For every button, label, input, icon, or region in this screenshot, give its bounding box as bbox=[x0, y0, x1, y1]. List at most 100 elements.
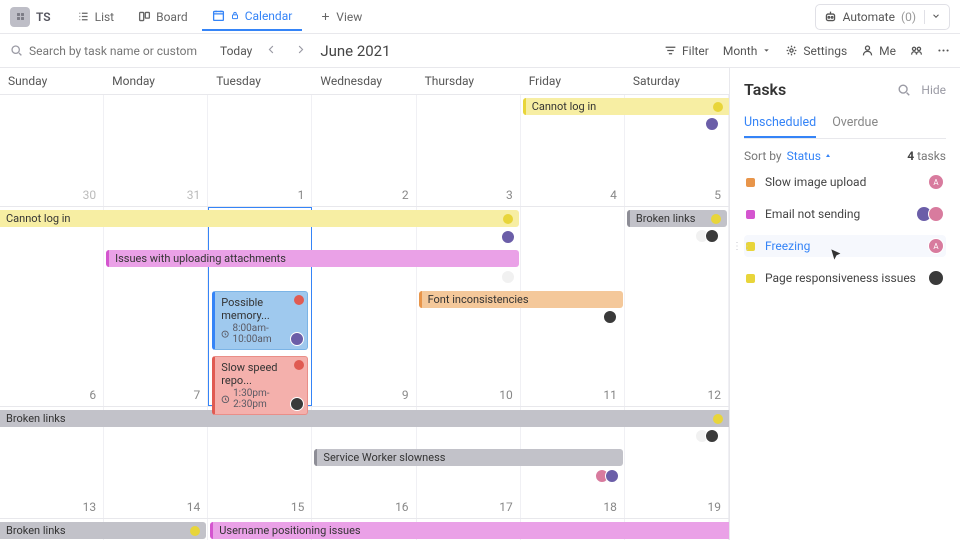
day-num[interactable]: 19 bbox=[625, 496, 729, 518]
day-num[interactable]: 30 bbox=[0, 184, 104, 206]
day-num[interactable]: 31 bbox=[104, 184, 208, 206]
event-title: Font inconsistencies bbox=[428, 293, 617, 306]
dayheader-mon: Monday bbox=[104, 68, 208, 94]
today-button[interactable]: Today bbox=[220, 44, 252, 58]
day-num[interactable]: 18 bbox=[521, 496, 625, 518]
day-num[interactable]: 5 bbox=[625, 184, 729, 206]
day-num[interactable]: 3 bbox=[417, 184, 521, 206]
avatar bbox=[928, 206, 944, 222]
hide-button[interactable]: Hide bbox=[921, 83, 946, 97]
task-row[interactable]: Slow image upload A bbox=[744, 171, 946, 193]
more-icon bbox=[937, 44, 950, 57]
tab-board[interactable]: Board bbox=[128, 3, 198, 31]
status-dot bbox=[190, 526, 200, 536]
day-num[interactable]: 1 bbox=[208, 184, 312, 206]
task-count: 4 tasks bbox=[907, 149, 946, 163]
avatar bbox=[290, 332, 304, 346]
day-num[interactable]: 9 bbox=[312, 384, 416, 406]
right-controls: Filter Month Settings Me bbox=[664, 44, 950, 58]
event-title: Broken links bbox=[6, 412, 713, 425]
people-button[interactable] bbox=[910, 44, 923, 57]
chevron-down-icon bbox=[924, 10, 941, 24]
avatar: A bbox=[928, 238, 944, 254]
day-num[interactable]: 11 bbox=[521, 384, 625, 406]
task-row[interactable]: Page responsiveness issues bbox=[744, 267, 946, 289]
workspace-icon[interactable] bbox=[10, 7, 30, 27]
prev-month-button[interactable] bbox=[262, 40, 281, 62]
avatar bbox=[603, 310, 617, 324]
task-name: Freezing bbox=[765, 239, 922, 253]
robot-icon bbox=[824, 10, 837, 23]
day-num[interactable]: 6 bbox=[0, 384, 104, 406]
plus-icon bbox=[320, 11, 331, 22]
tab-list-label: List bbox=[95, 10, 115, 24]
dayheader-thu: Thursday bbox=[417, 68, 521, 94]
event-bar[interactable]: Username positioning issues bbox=[210, 522, 729, 539]
day-num[interactable]: 15 bbox=[208, 496, 312, 518]
lock-icon bbox=[230, 9, 240, 22]
task-row[interactable]: ⋮⋮ Freezing A bbox=[744, 235, 946, 257]
filter-button[interactable]: Filter bbox=[664, 44, 709, 58]
search-input-wrap[interactable] bbox=[10, 44, 210, 58]
next-month-button[interactable] bbox=[291, 40, 310, 62]
sort-asc-icon bbox=[824, 152, 832, 160]
panel-tabs: Unscheduled Overdue bbox=[744, 109, 946, 139]
event-bar[interactable]: Cannot log in bbox=[0, 210, 519, 227]
event-bar[interactable]: Font inconsistencies bbox=[419, 291, 623, 308]
month-dropdown[interactable]: Month bbox=[723, 44, 771, 58]
automate-count: (0) bbox=[901, 10, 916, 24]
automate-button[interactable]: Automate (0) bbox=[815, 4, 950, 30]
side-panel: Tasks Hide Unscheduled Overdue Sort by S… bbox=[730, 68, 960, 540]
tab-board-label: Board bbox=[156, 10, 188, 24]
day-num[interactable]: 12 bbox=[625, 384, 729, 406]
dayheader-wed: Wednesday bbox=[312, 68, 416, 94]
grip-icon[interactable]: ⋮⋮ bbox=[732, 241, 752, 252]
me-button[interactable]: Me bbox=[861, 44, 896, 58]
status-dot bbox=[294, 295, 304, 305]
event-title: Cannot log in bbox=[6, 212, 503, 225]
add-view-button[interactable]: View bbox=[310, 4, 372, 30]
top-bar: TS List Board Calendar View Automate (0) bbox=[0, 0, 960, 34]
day-num[interactable]: 14 bbox=[104, 496, 208, 518]
person-icon bbox=[861, 44, 874, 57]
event-card[interactable]: Slow speed repo... 1:30pm-2:30pm bbox=[212, 356, 308, 415]
sort-control[interactable]: Sort by Status bbox=[744, 149, 832, 163]
search-input[interactable] bbox=[29, 44, 199, 58]
day-num[interactable]: 17 bbox=[417, 496, 521, 518]
day-num[interactable]: 2 bbox=[312, 184, 416, 206]
tab-overdue[interactable]: Overdue bbox=[832, 109, 878, 138]
event-bar[interactable]: Broken links bbox=[0, 522, 206, 539]
day-num[interactable]: 10 bbox=[417, 384, 521, 406]
task-list: Slow image upload A Email not sending ⋮⋮… bbox=[744, 171, 946, 289]
status-dot bbox=[713, 414, 723, 424]
avatar: A bbox=[928, 174, 944, 190]
search-icon[interactable] bbox=[897, 83, 911, 97]
event-bar[interactable]: Service Worker slowness bbox=[314, 449, 622, 466]
week-row: Cannot log in 30 31 1 2 3 4 5 bbox=[0, 95, 729, 207]
dayheader-sat: Saturday bbox=[625, 68, 729, 94]
event-title: Broken links bbox=[636, 212, 711, 225]
event-card[interactable]: Possible memory... 8:00am-10:00am bbox=[212, 291, 308, 350]
more-button[interactable] bbox=[937, 44, 950, 57]
tab-calendar[interactable]: Calendar bbox=[202, 3, 303, 31]
task-row[interactable]: Email not sending bbox=[744, 203, 946, 225]
day-num[interactable]: 7 bbox=[104, 384, 208, 406]
day-num[interactable]: 4 bbox=[521, 184, 625, 206]
day-num[interactable]: 16 bbox=[312, 496, 416, 518]
calendar-grid: Sunday Monday Tuesday Wednesday Thursday… bbox=[0, 68, 730, 540]
event-bar[interactable]: Broken links bbox=[627, 210, 727, 227]
tab-list[interactable]: List bbox=[67, 3, 125, 31]
tab-unscheduled[interactable]: Unscheduled bbox=[744, 109, 816, 138]
workspace-name[interactable]: TS bbox=[36, 10, 51, 24]
event-bar[interactable]: Issues with uploading attachments bbox=[106, 250, 519, 267]
event-bar[interactable]: Broken links bbox=[0, 410, 729, 427]
event-bar[interactable]: Cannot log in bbox=[523, 98, 729, 115]
sort-value: Status bbox=[787, 149, 821, 163]
settings-button[interactable]: Settings bbox=[785, 44, 847, 58]
status-dot bbox=[711, 214, 721, 224]
event-title: Possible memory... bbox=[221, 296, 270, 322]
avatar bbox=[605, 469, 619, 483]
avatar bbox=[928, 270, 944, 286]
day-num[interactable]: 13 bbox=[0, 496, 104, 518]
automate-label: Automate bbox=[843, 10, 895, 24]
